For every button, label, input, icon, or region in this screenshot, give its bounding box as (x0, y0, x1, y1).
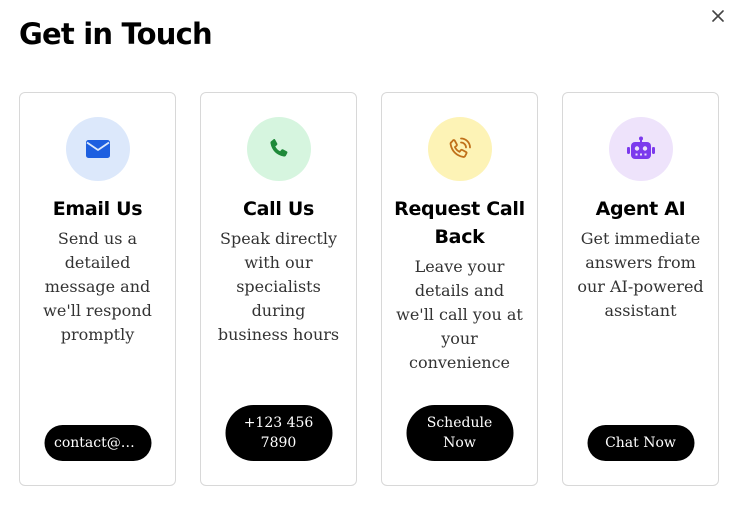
robot-icon (626, 136, 655, 159)
chat-now-button[interactable]: Chat Now (587, 425, 694, 461)
agent-ai-icon-circle (608, 117, 673, 181)
card-description: Send us a detailed message and we'll res… (43, 229, 152, 344)
contact-dialog: Get in Touch Email Us Send us a detailed… (0, 0, 743, 517)
card-title: Call Us (242, 198, 315, 220)
agent-ai-card: Agent AI Get immediate answers from our … (562, 92, 719, 486)
callback-icon-circle (427, 117, 492, 181)
callback-card: Request Call Back Leave your details and… (381, 92, 538, 486)
card-description: Leave your details and we'll call you at… (396, 257, 523, 372)
card-description: Speak directly with our specialists duri… (217, 229, 340, 344)
card-title: Agent AI (595, 198, 686, 220)
close-icon (712, 10, 724, 22)
card-description: Get immediate answers from our AI-powere… (577, 229, 704, 320)
envelope-icon (85, 140, 110, 158)
card-title: Request Call Back (394, 198, 525, 248)
email-icon-circle (65, 117, 130, 181)
email-card: Email Us Send us a detailed message and … (19, 92, 176, 486)
contact-options: Email Us Send us a detailed message and … (19, 92, 719, 486)
call-icon-circle (246, 117, 311, 181)
phone-icon (269, 139, 287, 157)
phone-number-button[interactable]: +123 456 7890 (225, 405, 332, 461)
call-card: Call Us Speak directly with our speciali… (200, 92, 357, 486)
card-title: Email Us (52, 198, 143, 220)
dialog-title: Get in Touch (19, 17, 213, 51)
phone-callback-icon (449, 137, 471, 158)
email-button[interactable]: contact@b... (44, 425, 151, 461)
close-button[interactable] (709, 7, 727, 25)
schedule-now-button[interactable]: Schedule Now (406, 405, 513, 461)
